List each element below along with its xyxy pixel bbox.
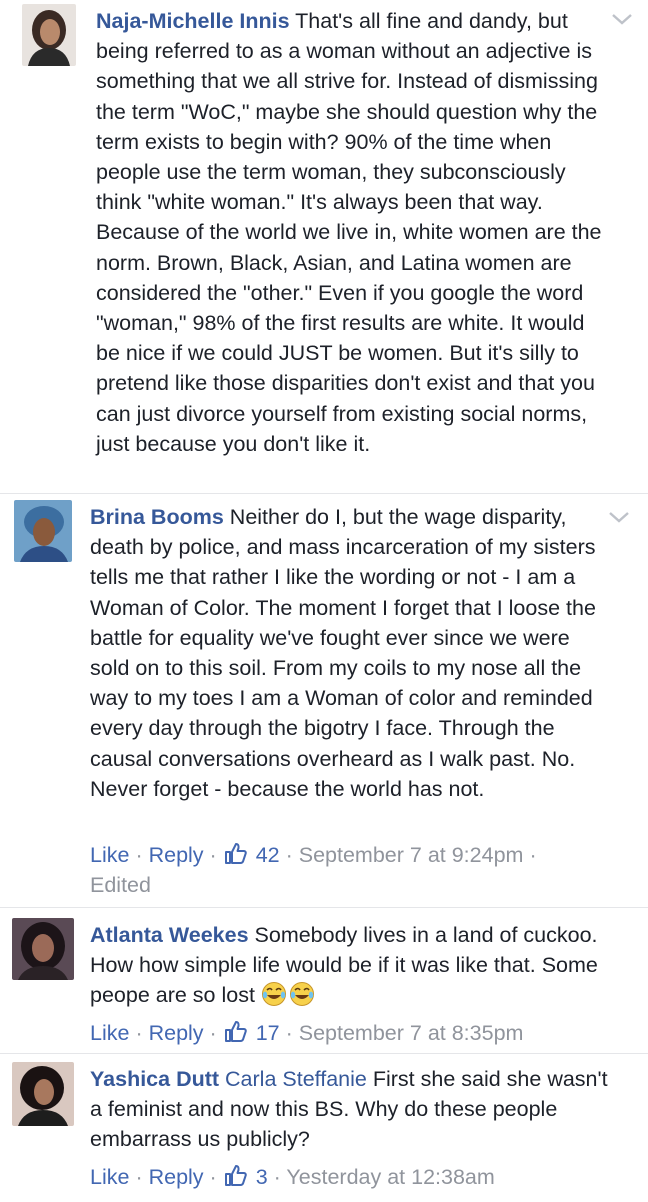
comment-actions: Like · Reply · 3 · Yesterday at 12:38am <box>90 1162 495 1192</box>
like-count[interactable]: 42 <box>256 843 280 867</box>
comment-text: Neither do I, but the wage disparity, de… <box>90 505 596 801</box>
avatar[interactable] <box>12 1062 74 1126</box>
comment-text: That's all fine and dandy, but being ref… <box>96 9 602 456</box>
avatar-image <box>12 918 74 980</box>
separator: · <box>285 1021 293 1045</box>
tears-of-joy-emoji <box>261 981 317 1015</box>
comment-thread: Naja-Michelle Innis That's all fine and … <box>0 0 648 1202</box>
like-link[interactable]: Like <box>90 1021 129 1045</box>
reply-link[interactable]: Reply <box>149 1165 204 1189</box>
chevron-down-icon[interactable] <box>611 12 633 26</box>
thumbs-up-icon[interactable] <box>224 842 248 865</box>
separator: · <box>529 843 537 867</box>
comment-body: Naja-Michelle Innis That's all fine and … <box>96 6 606 459</box>
comment-body: Brina Booms Neither do I, but the wage d… <box>90 502 610 804</box>
edited-label[interactable]: Edited <box>90 870 151 900</box>
chevron-down-icon[interactable] <box>608 510 630 524</box>
separator: · <box>285 843 293 867</box>
separator: · <box>209 1021 217 1045</box>
mention-link[interactable]: Carla Steffanie <box>225 1067 367 1091</box>
thumbs-up-icon[interactable] <box>224 1164 248 1187</box>
separator: · <box>209 1165 217 1189</box>
comment-author[interactable]: Yashica Dutt <box>90 1067 219 1091</box>
like-count[interactable]: 3 <box>256 1165 268 1189</box>
timestamp[interactable]: September 7 at 9:24pm <box>299 843 524 867</box>
avatar[interactable] <box>14 500 72 562</box>
separator: · <box>135 843 143 867</box>
timestamp[interactable]: Yesterday at 12:38am <box>286 1165 494 1189</box>
comment-item: Atlanta Weekes Somebody lives in a land … <box>0 908 648 1052</box>
comment-item: Brina Booms Neither do I, but the wage d… <box>0 494 648 906</box>
like-count[interactable]: 17 <box>256 1021 280 1045</box>
comment-actions: Like · Reply · 42 · September 7 at 9:24p… <box>90 840 537 870</box>
like-link[interactable]: Like <box>90 1165 129 1189</box>
timestamp[interactable]: September 7 at 8:35pm <box>299 1021 524 1045</box>
reply-link[interactable]: Reply <box>149 1021 204 1045</box>
avatar[interactable] <box>22 4 76 66</box>
comment-item: Naja-Michelle Innis That's all fine and … <box>0 0 648 492</box>
comment-actions: Like · Reply · 17 · September 7 at 8:35p… <box>90 1018 523 1048</box>
comment-author[interactable]: Brina Booms <box>90 505 224 529</box>
comment-item: Yashica Dutt Carla Steffanie First she s… <box>0 1054 648 1202</box>
like-link[interactable]: Like <box>90 843 129 867</box>
comment-body: Yashica Dutt Carla Steffanie First she s… <box>90 1064 610 1155</box>
comment-author[interactable]: Naja-Michelle Innis <box>96 9 290 33</box>
separator: · <box>135 1165 143 1189</box>
thumbs-up-icon[interactable] <box>224 1020 248 1043</box>
avatar-image <box>12 1062 74 1126</box>
comment-body: Atlanta Weekes Somebody lives in a land … <box>90 920 630 1016</box>
separator: · <box>135 1021 143 1045</box>
avatar-image <box>14 500 72 562</box>
avatar[interactable] <box>12 918 74 980</box>
reply-link[interactable]: Reply <box>149 843 204 867</box>
separator: · <box>273 1165 281 1189</box>
avatar-image <box>22 4 76 66</box>
comment-author[interactable]: Atlanta Weekes <box>90 923 249 947</box>
separator: · <box>209 843 217 867</box>
